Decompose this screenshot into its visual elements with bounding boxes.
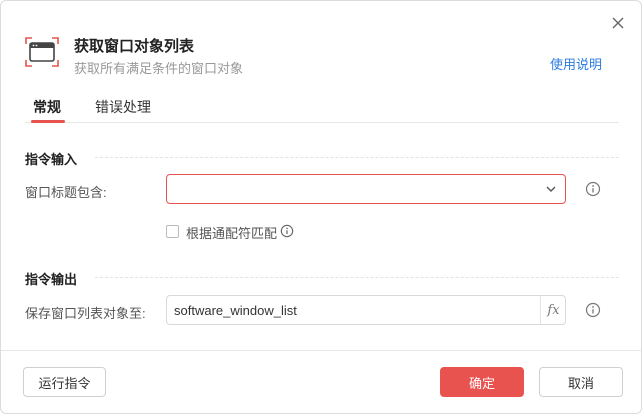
dialog-subtitle: 获取所有满足条件的窗口对象: [74, 61, 244, 76]
close-icon: [612, 17, 624, 29]
tab-bar: 常规 错误处理: [25, 97, 619, 123]
info-icon[interactable]: [585, 181, 601, 197]
close-button[interactable]: [605, 10, 631, 36]
save-variable-input[interactable]: [167, 296, 541, 324]
window-icon: [25, 37, 59, 67]
input-section-heading: 指令输入: [25, 152, 78, 167]
tab-error-handling[interactable]: 错误处理: [95, 97, 151, 123]
confirm-button[interactable]: 确定: [440, 367, 524, 397]
save-variable-field: fx: [166, 295, 566, 325]
window-title-label: 窗口标题包含:: [25, 185, 107, 200]
run-command-button[interactable]: 运行指令: [23, 367, 106, 397]
dialog-title: 获取窗口对象列表: [74, 38, 195, 55]
wildcard-checkbox[interactable]: [166, 225, 179, 238]
fx-button[interactable]: fx: [540, 296, 566, 324]
wildcard-label: 根据通配符匹配: [186, 226, 278, 241]
help-link[interactable]: 使用说明: [550, 54, 602, 73]
section-divider: [95, 157, 619, 158]
info-icon[interactable]: [280, 224, 294, 238]
info-icon[interactable]: [585, 302, 601, 318]
active-tab-indicator: [31, 120, 65, 123]
window-title-select[interactable]: [166, 174, 566, 204]
footer-divider: [1, 350, 641, 351]
fx-icon: fx: [547, 302, 560, 318]
section-divider: [95, 277, 619, 278]
output-section-heading: 指令输出: [25, 272, 78, 287]
chevron-down-icon: [546, 186, 556, 192]
dialog: 获取窗口对象列表 获取所有满足条件的窗口对象 使用说明 常规 错误处理 指令输入…: [0, 0, 642, 414]
save-list-label: 保存窗口列表对象至:: [25, 306, 146, 321]
cancel-button[interactable]: 取消: [539, 367, 623, 397]
